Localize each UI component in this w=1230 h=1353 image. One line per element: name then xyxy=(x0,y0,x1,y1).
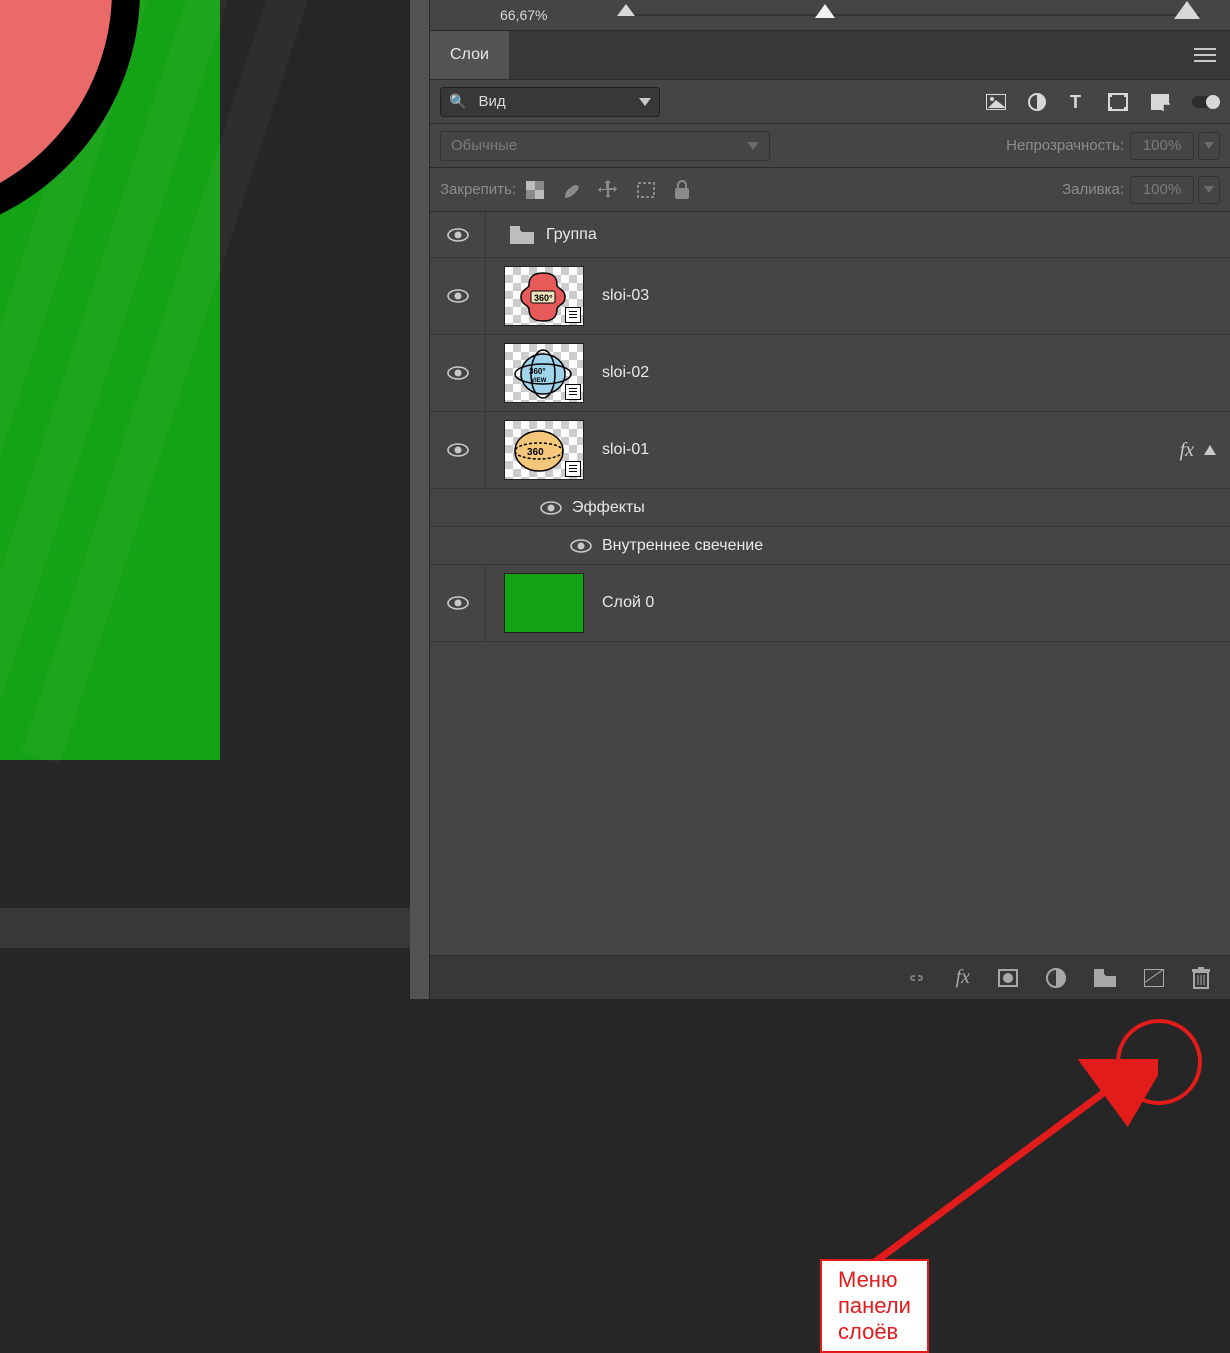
svg-text:T: T xyxy=(1070,93,1081,111)
panel-drag-handle[interactable] xyxy=(410,0,430,999)
svg-text:360: 360 xyxy=(527,447,544,458)
opacity-input[interactable]: 100% xyxy=(1130,132,1194,160)
lock-label: Закрепить: xyxy=(440,181,516,198)
expand-toggle[interactable] xyxy=(486,230,504,240)
svg-text:360°: 360° xyxy=(534,293,553,303)
filter-pixel-icon[interactable] xyxy=(986,94,1006,110)
eye-icon xyxy=(447,595,469,611)
layer-name[interactable]: Слой 0 xyxy=(602,594,654,612)
lock-artboard-icon[interactable] xyxy=(636,181,656,199)
document-status-bar xyxy=(0,908,410,948)
link-layers-icon[interactable] xyxy=(906,971,928,985)
search-icon: 🔍 xyxy=(449,93,466,110)
zoom-slider[interactable] xyxy=(617,0,1200,30)
chevron-down-icon xyxy=(1204,186,1214,193)
fx-badge[interactable]: fx xyxy=(1180,439,1194,462)
blend-mode-select[interactable]: Обычные xyxy=(440,131,770,161)
zoom-out-icon[interactable] xyxy=(617,4,635,18)
fx-expand-toggle[interactable] xyxy=(1204,445,1216,455)
visibility-toggle[interactable] xyxy=(430,258,486,334)
smart-object-badge xyxy=(565,461,581,477)
blend-mode-label: Обычные xyxy=(451,137,517,154)
layer-thumbnail[interactable]: 360 xyxy=(504,420,584,480)
annotation-circle xyxy=(1116,1019,1202,1105)
filter-toggle-switch[interactable] xyxy=(1192,94,1220,110)
effects-heading-row[interactable]: Эффекты xyxy=(430,489,1230,527)
layer-thumbnail[interactable]: 360° VIEW xyxy=(504,343,584,403)
eye-icon xyxy=(447,365,469,381)
eye-icon xyxy=(447,288,469,304)
fill-input[interactable]: 100% xyxy=(1130,176,1194,204)
lock-brush-icon[interactable] xyxy=(562,180,580,200)
tab-layers-label: Слои xyxy=(450,46,489,64)
chevron-down-icon xyxy=(639,98,651,106)
chevron-down-icon xyxy=(747,142,759,150)
effect-item-row[interactable]: Внутреннее свечение xyxy=(430,527,1230,565)
layer-name[interactable]: sloi-01 xyxy=(602,441,649,459)
layer-row[interactable]: 360 sloi-01 fx xyxy=(430,412,1230,489)
navigator-zoom-strip: 66,67% xyxy=(430,0,1230,30)
filter-shape-icon[interactable] xyxy=(1108,93,1128,111)
effect-name: Внутреннее свечение xyxy=(602,537,763,555)
filter-adjustment-icon[interactable] xyxy=(1028,93,1046,111)
zoom-in-icon[interactable] xyxy=(1174,1,1200,21)
effects-label: Эффекты xyxy=(572,499,645,517)
opacity-stepper[interactable] xyxy=(1198,132,1220,160)
visibility-toggle[interactable] xyxy=(430,565,486,641)
layer-name[interactable]: sloi-02 xyxy=(602,364,649,382)
layer-group-row[interactable]: Группа xyxy=(430,212,1230,258)
svg-text:VIEW: VIEW xyxy=(531,378,547,384)
zoom-value[interactable]: 66,67% xyxy=(500,7,547,23)
annotation-arrow xyxy=(838,1059,1158,1279)
layer-name[interactable]: sloi-03 xyxy=(602,287,649,305)
zoom-thumb-icon[interactable] xyxy=(815,4,835,20)
layer-row[interactable]: Слой 0 xyxy=(430,565,1230,642)
canvas-area[interactable] xyxy=(0,0,410,999)
eye-icon[interactable] xyxy=(570,538,592,554)
hamburger-icon xyxy=(1194,48,1216,62)
lock-move-icon[interactable] xyxy=(598,180,618,200)
filter-type-icon[interactable]: T xyxy=(1068,93,1086,111)
layer-row[interactable]: 360° sloi-03 xyxy=(430,258,1230,335)
layer-filter-label: Вид xyxy=(478,93,505,110)
filter-smart-icon[interactable] xyxy=(1150,93,1170,111)
smart-object-badge xyxy=(565,307,581,323)
add-adjustment-icon[interactable] xyxy=(1046,968,1066,988)
tab-layers[interactable]: Слои xyxy=(430,31,509,79)
opacity-label: Непрозрачность: xyxy=(1006,137,1124,154)
layer-filter-select[interactable]: 🔍 Вид xyxy=(440,87,660,117)
delete-layer-icon[interactable] xyxy=(1192,967,1210,989)
visibility-toggle[interactable] xyxy=(430,335,486,411)
visibility-toggle[interactable] xyxy=(430,412,486,488)
layer-thumbnail[interactable] xyxy=(504,573,584,633)
lock-all-icon[interactable] xyxy=(674,180,690,200)
smart-object-badge xyxy=(565,384,581,400)
add-style-icon[interactable]: fx xyxy=(956,966,970,989)
annotation-label: Меню панели слоёв xyxy=(820,1259,929,1353)
new-layer-icon[interactable] xyxy=(1144,969,1164,987)
folder-icon xyxy=(510,226,534,244)
artboard xyxy=(0,0,220,760)
chevron-down-icon xyxy=(1204,142,1214,149)
fill-stepper[interactable] xyxy=(1198,176,1220,204)
layer-name[interactable]: Группа xyxy=(546,226,597,244)
new-group-icon[interactable] xyxy=(1094,969,1116,987)
eye-icon xyxy=(447,227,469,243)
svg-text:360°: 360° xyxy=(529,367,546,376)
add-mask-icon[interactable] xyxy=(998,969,1018,987)
lock-transparent-icon[interactable] xyxy=(526,181,544,199)
visibility-toggle[interactable] xyxy=(430,212,486,257)
panel-menu-button[interactable] xyxy=(1180,31,1230,79)
layer-list[interactable]: Группа 360° sloi-03 xyxy=(430,212,1230,955)
fill-label: Заливка: xyxy=(1062,181,1124,198)
eye-icon xyxy=(447,442,469,458)
eye-icon[interactable] xyxy=(540,500,562,516)
layer-thumbnail[interactable]: 360° xyxy=(504,266,584,326)
layer-row[interactable]: 360° VIEW sloi-02 xyxy=(430,335,1230,412)
